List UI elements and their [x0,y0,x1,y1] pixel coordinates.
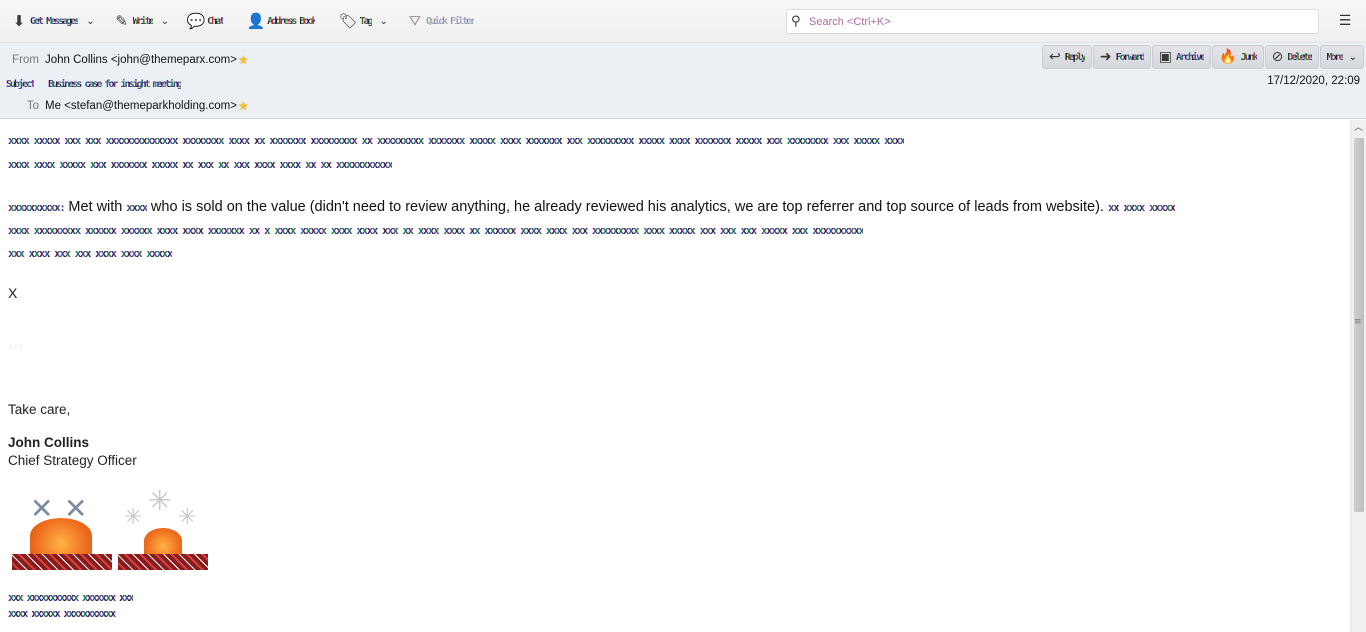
archive-icon: ▣ [1158,49,1172,65]
para2-text-a: Met with [64,199,127,215]
logo-base [118,554,208,570]
dome-shape [30,518,92,554]
tag-label: Tag [359,15,373,27]
get-messages-label: Get Messages [30,15,80,27]
chat-label: Chat [207,15,225,27]
tag-icon: 🏷 [338,12,359,30]
signature-title: Chief Strategy Officer [8,453,137,468]
obscured-text: xxxx xxxxxxxxx xxxxxx xxxxxx xxxx xxxx x… [8,224,865,237]
search-input[interactable] [809,11,1318,32]
company-logo-2: ✳ ✳ ✳ [118,485,208,570]
dome-shape [144,528,182,554]
junk-label: Junk [1240,51,1259,63]
paragraph-2: xxxxxxxxxx: Met with xxxx who is sold on… [8,196,1348,265]
signature-name: John Collins [8,435,89,450]
write-icon: ✎ [115,12,128,30]
search-box[interactable]: ⚲ [786,9,1319,34]
from-label: From [12,54,39,66]
message-actions: ↩ Reply ➜ Forward ▣ Archive 🔥 Junk ⊘ Del… [1041,45,1364,69]
wings-icon: ✳ [148,485,172,516]
faint-text: xxx [8,341,23,352]
signoff: Take care, [8,402,71,417]
chevron-down-icon[interactable]: ⌄ [380,16,388,27]
delete-icon: ⊘ [1271,49,1284,65]
obscured-text: xxx xxxxxxxxxxx xxxxxxx xxx [8,591,135,604]
get-messages-button[interactable]: ⬇ Get Messages ⌄ [8,8,97,34]
reply-button[interactable]: ↩ Reply [1042,45,1092,69]
archive-button[interactable]: ▣ Archive [1151,45,1212,69]
delete-button[interactable]: ⊘ Delete [1264,45,1319,69]
subject-label: Subject [6,78,36,90]
vertical-scrollbar[interactable]: ︿ ≡ [1350,120,1366,632]
obscured-text: xxxx xxxxxx xxxxxxxxxxx [8,606,133,622]
logo-base [12,554,112,570]
archive-label: Archive [1175,51,1206,63]
address-book-icon: 👤 [246,12,266,30]
more-label: More [1326,51,1345,63]
chevron-down-icon[interactable]: ⌄ [161,16,169,27]
message-date: 17/12/2020, 22:09 [1267,75,1360,87]
message-header: From John Collins <john@themeparx.com> ★… [0,43,1366,119]
chevron-down-icon[interactable]: ⌄ [86,16,94,27]
paragraph-1: xxxx xxxxx xxx xxx xxxxxxxxxxxxxx xxxxxx… [8,128,1348,176]
obscured-text: xxxx xxxxx xxx xxx xxxxxxxxxxxxxx xxxxxx… [8,134,906,147]
search-icon: ⚲ [791,14,801,29]
para2-text-b: who is sold on the value (didn't need to… [146,199,1108,215]
forward-icon: ➜ [1099,49,1112,65]
obscured-text: xx xxxx xxxxx [1108,201,1176,214]
write-button[interactable]: ✎ Write ⌄ [111,8,172,34]
junk-button[interactable]: 🔥 Junk [1212,45,1264,69]
wings-icon: ✳ [178,504,197,529]
forward-button[interactable]: ➜ Forward [1092,45,1151,69]
signature-logos: ✕ ✕ ✳ ✳ ✳ [12,485,214,570]
obscured-text: xxxx xxxx xxxxx xxx xxxxxxx xxxxx xx xxx… [8,158,394,171]
star-icon[interactable]: ★ [238,99,249,113]
app-menu-button[interactable]: ☰ [1335,11,1355,31]
get-messages-icon: ⬇ [12,12,26,30]
to-label: To [26,100,39,112]
junk-icon: 🔥 [1219,49,1237,65]
quick-filter-button[interactable]: ⛛ Quick Filter [404,8,477,34]
reply-label: Reply [1064,51,1087,63]
tag-button[interactable]: 🏷 Tag ⌄ [337,8,389,34]
chat-button[interactable]: 💬 Chat [185,8,225,34]
hamburger-menu-icon: ☰ [1338,13,1352,29]
forward-label: Forward [1115,51,1146,63]
obscured-name: xxxx [126,201,148,214]
scrollbar-grip-icon: ≡ [1354,317,1362,327]
subject-row: Subject Business case for insight meetin… [6,74,183,94]
message-body: xxxx xxxxx xxx xxx xxxxxxxxxxxxxx xxxxxx… [0,120,1350,632]
chevron-down-icon: ⌄ [1348,51,1357,63]
x-line: X [8,285,18,301]
company-logo-1: ✕ ✕ [12,492,112,570]
from-value[interactable]: John Collins <john@themeparx.com> [45,54,237,66]
delete-label: Delete [1287,51,1313,63]
reply-icon: ↩ [1049,49,1061,65]
wings-icon: ✳ [124,504,143,529]
obscured-text: xxxxxxxxxx: [8,201,66,214]
obscured-text: xxx xxxx xxx xxx xxxx xxxx xxxxx [8,247,173,260]
quick-filter-label: Quick Filter [425,15,476,27]
subject-value: Business case for insight meeting [48,78,183,90]
address-book-label: Address Book [267,15,317,27]
star-icon[interactable]: ★ [238,53,249,67]
signature-footer: xxx xxxxxxxxxxx xxxxxxx xxx xxxx xxxxxx … [8,590,135,622]
from-row: From John Collins <john@themeparx.com> ★ [0,50,249,70]
address-book-button[interactable]: 👤 Address Book [245,8,318,34]
more-button[interactable]: More ⌄ [1319,45,1364,69]
scroll-up-arrow[interactable]: ︿ [1351,120,1366,134]
filter-icon: ⛛ [408,12,422,30]
write-label: Write [132,15,155,27]
to-value[interactable]: Me <stefan@themeparkholding.com> [45,100,237,112]
to-row: To Me <stefan@themeparkholding.com> ★ [0,96,249,116]
chat-icon: 💬 [186,12,206,30]
